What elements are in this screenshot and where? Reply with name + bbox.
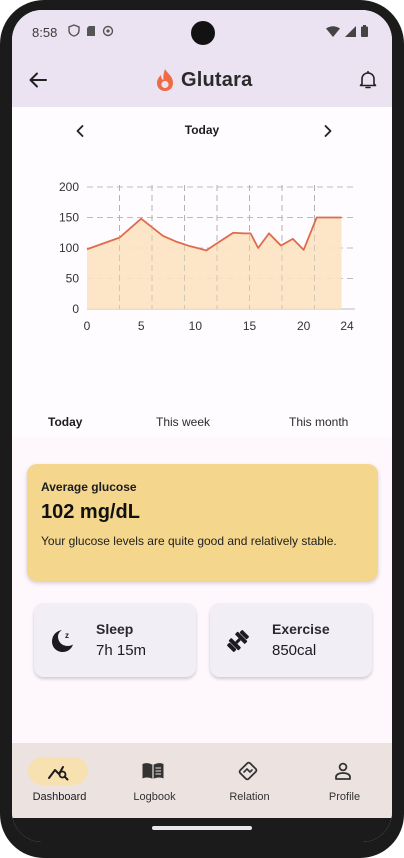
nav-dashboard-indicator	[28, 757, 88, 785]
glucose-chart: 0 50 100 150 200 0 5 10 15 20 24	[59, 180, 355, 333]
period-tabs: Today This week This month	[12, 409, 392, 437]
average-glucose-value: 102 mg/dL	[41, 501, 140, 523]
arrow-back-icon	[29, 72, 47, 88]
average-glucose-label: Average glucose	[41, 480, 137, 494]
flame-logo-icon	[157, 69, 173, 91]
y-tick-label: 50	[66, 272, 80, 286]
nav-profile[interactable]: Profile	[297, 743, 392, 818]
notifications-button[interactable]	[356, 68, 380, 92]
app-title: Glutara	[181, 68, 253, 91]
signal-icon	[345, 25, 356, 37]
battery-icon	[361, 25, 368, 37]
status-icons-right	[326, 25, 368, 37]
dashboard-icon	[48, 766, 69, 781]
average-glucose-description: Your glucose levels are quite good and r…	[41, 534, 337, 548]
nav-dashboard[interactable]: Dashboard	[12, 743, 107, 818]
period-nav: Today	[12, 119, 392, 143]
x-tick-label: 10	[189, 319, 203, 333]
x-tick-label: 20	[297, 319, 311, 333]
tab-this-week[interactable]: This week	[156, 415, 210, 429]
y-tick-label: 0	[72, 302, 79, 316]
next-period-button[interactable]	[316, 119, 340, 143]
person-icon	[335, 762, 351, 780]
x-tick-label: 5	[138, 319, 145, 333]
brand: Glutara	[155, 68, 252, 92]
x-tick-label: 15	[243, 319, 257, 333]
period-title: Today	[184, 123, 220, 137]
nav-relation-indicator	[218, 757, 278, 785]
screen: 8:58 Glutara Today 0 50 100 150 200 0 5 …	[12, 10, 392, 842]
y-tick-label: 200	[59, 180, 79, 194]
chevron-right-icon	[324, 125, 332, 137]
back-button[interactable]	[26, 68, 50, 92]
app-notification-icon	[102, 25, 114, 36]
x-tick-label: 0	[84, 319, 91, 333]
sleep-value: 7h 15m	[96, 642, 147, 659]
nav-profile-label: Profile	[328, 791, 361, 803]
chart-panel: Today 0 50 100 150 200 0 5 10 15 20 24 Today This …	[12, 107, 392, 437]
shield-icon	[68, 24, 80, 37]
series-area	[87, 217, 342, 309]
nav-profile-indicator	[313, 757, 373, 785]
status-time: 8:58	[32, 25, 58, 40]
wifi-icon	[326, 25, 340, 37]
camera-cutout	[191, 21, 215, 45]
nav-logbook-label: Logbook	[133, 791, 176, 803]
dumbbell-icon	[227, 630, 249, 652]
handshake-icon	[238, 761, 258, 781]
sd-card-icon	[87, 25, 95, 36]
exercise-card[interactable]: Exercise 850cal	[210, 603, 372, 677]
nav-logbook-indicator	[123, 757, 183, 785]
x-tick-label: 24	[340, 319, 354, 333]
tab-this-month[interactable]: This month	[289, 415, 348, 429]
sleep-moon-icon: z	[52, 630, 73, 652]
status-bar: 8:58	[12, 10, 392, 54]
y-tick-label: 100	[59, 241, 79, 255]
home-gesture-bar[interactable]	[152, 826, 252, 830]
nav-relation[interactable]: Relation	[202, 743, 297, 818]
average-glucose-card: Average glucose 102 mg/dL Your glucose l…	[27, 464, 378, 581]
tab-today[interactable]: Today	[48, 415, 82, 429]
phone-frame: 8:58 Glutara Today 0 50 100 150 200 0 5 …	[0, 0, 404, 858]
previous-period-button[interactable]	[68, 119, 92, 143]
bottom-navigation: Dashboard Logbook Relation Profile	[12, 743, 392, 818]
book-icon	[142, 763, 164, 779]
gesture-area	[12, 818, 392, 842]
exercise-title: Exercise	[272, 621, 330, 637]
sleep-card[interactable]: z Sleep 7h 15m	[34, 603, 196, 677]
nav-relation-label: Relation	[229, 791, 270, 803]
nav-logbook[interactable]: Logbook	[107, 743, 202, 818]
top-area: 8:58 Glutara	[12, 10, 392, 107]
y-tick-label: 150	[59, 211, 79, 225]
chevron-left-icon	[76, 125, 84, 137]
nav-dashboard-label: Dashboard	[32, 791, 87, 803]
sleep-title: Sleep	[96, 621, 134, 637]
app-bar: Glutara	[12, 54, 392, 107]
svg-text:z: z	[65, 631, 69, 640]
status-icons-left	[68, 24, 114, 37]
bell-icon	[359, 71, 377, 89]
main-content: Today 0 50 100 150 200 0 5 10 15 20 24 Today This …	[12, 107, 392, 745]
exercise-value: 850cal	[272, 642, 317, 659]
